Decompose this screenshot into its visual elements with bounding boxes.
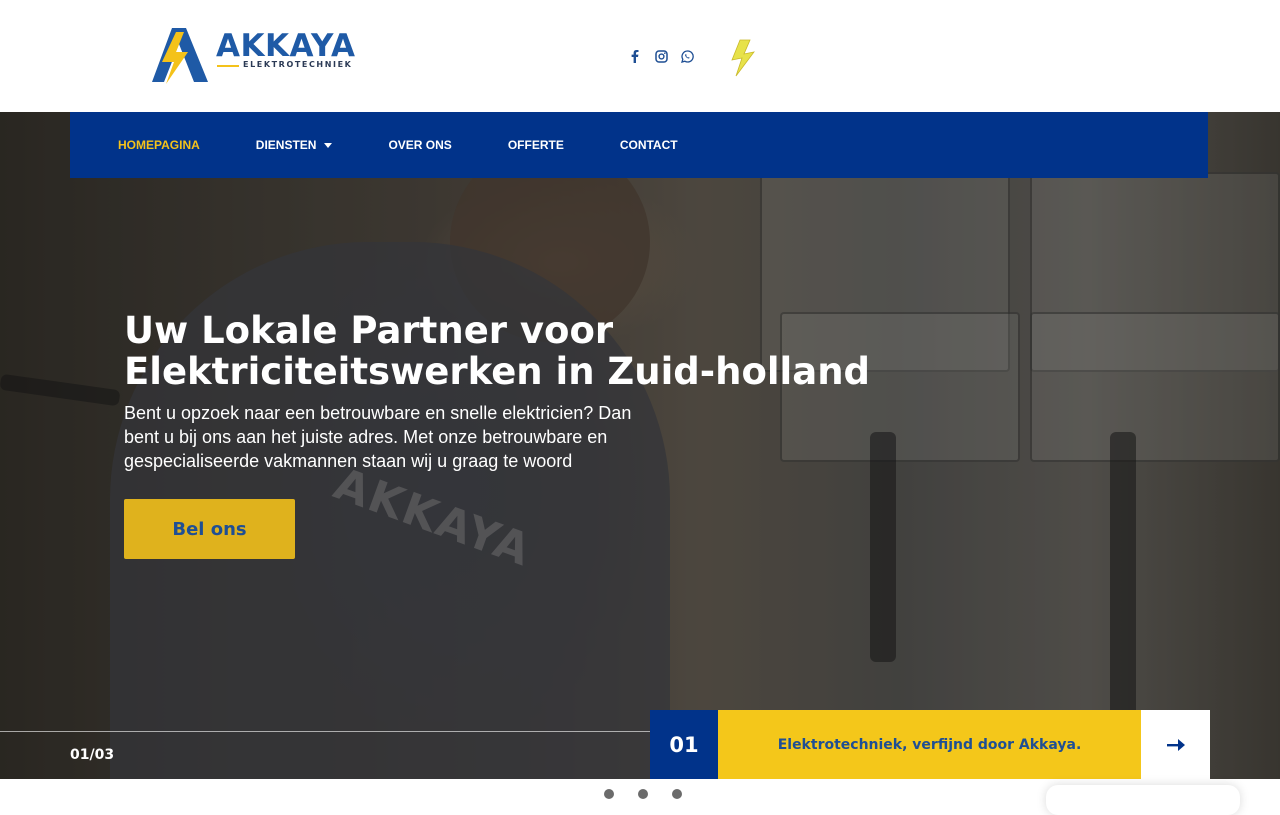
nav-item-contact[interactable]: CONTACT <box>620 138 678 152</box>
nav-item-homepagina[interactable]: HOMEPAGINA <box>118 138 200 152</box>
next-slide-button[interactable] <box>1141 710 1210 779</box>
slide-number: 01 <box>650 710 718 779</box>
call-us-button[interactable]: Bel ons <box>124 499 295 559</box>
logo[interactable]: AKKAYA ELEKTROTECHNIEK <box>150 24 370 88</box>
slide-caption: Elektrotechniek, verfijnd door Akkaya. <box>718 710 1141 779</box>
slider-progress-line <box>0 731 650 732</box>
logo-tagline: ELEKTROTECHNIEK <box>243 60 353 69</box>
facebook-icon[interactable] <box>628 49 642 63</box>
slider-dot[interactable] <box>638 789 648 799</box>
social-links <box>628 46 694 66</box>
logo-divider <box>217 65 239 67</box>
main-nav: HOMEPAGINA DIENSTEN OVER ONS OFFERTE CON… <box>70 112 1208 178</box>
hero-title-line: Elektriciteitswerken in Zuid-holland <box>124 350 871 393</box>
nav-item-label: OVER ONS <box>388 138 452 152</box>
floating-card[interactable] <box>1046 785 1240 815</box>
hero-title: Uw Lokale Partner voor Elektriciteitswer… <box>124 310 884 392</box>
slider-dot[interactable] <box>672 789 682 799</box>
nav-item-label: HOMEPAGINA <box>118 138 200 152</box>
caret-down-icon <box>324 142 333 148</box>
nav-item-label: CONTACT <box>619 138 678 152</box>
slider-dot[interactable] <box>604 789 614 799</box>
hero-title-line: Uw Lokale Partner voor <box>124 309 614 352</box>
slider-dots <box>604 789 682 799</box>
nav-item-over-ons[interactable]: OVER ONS <box>388 138 451 152</box>
lightning-bolt-icon <box>731 39 755 77</box>
instagram-icon[interactable] <box>654 49 668 63</box>
whatsapp-icon[interactable] <box>680 49 694 63</box>
site-header: AKKAYA ELEKTROTECHNIEK <box>0 0 1280 112</box>
hero-description: Bent u opzoek naar een betrouwbare en sn… <box>124 403 632 471</box>
nav-item-label: DIENSTEN <box>255 138 317 152</box>
logo-mark-icon <box>152 28 208 84</box>
nav-item-label: OFFERTE <box>507 138 564 152</box>
nav-item-offerte[interactable]: OFFERTE <box>508 138 564 152</box>
arrow-right-icon <box>1166 738 1185 751</box>
slide-counter: 01/03 <box>70 747 115 763</box>
logo-name: AKKAYA <box>216 28 356 64</box>
nav-item-diensten[interactable]: DIENSTEN <box>256 138 333 152</box>
